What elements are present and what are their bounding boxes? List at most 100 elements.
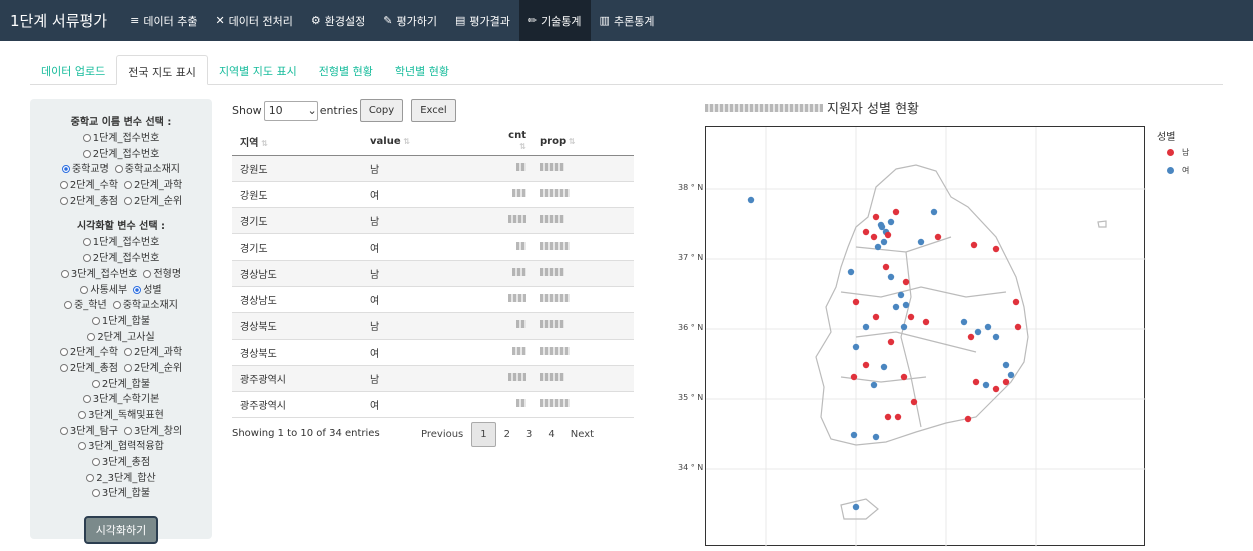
radio-option[interactable]: 2단계_총점 — [59, 196, 118, 207]
radio-option[interactable]: 3단계_총점 — [91, 457, 150, 468]
radio-row: 1단계_합불 — [30, 314, 212, 330]
map-point — [900, 373, 908, 381]
radio-option[interactable]: 3단계_합불 — [91, 488, 150, 499]
radio-icon[interactable] — [91, 316, 100, 325]
radio-icon[interactable] — [91, 489, 100, 498]
radio-icon[interactable] — [59, 363, 68, 372]
page-button[interactable]: 2 — [496, 423, 518, 446]
nav-item-1[interactable]: ✕ 데이터 전처리 — [206, 0, 301, 41]
radio-option[interactable]: 2단계_수학 — [59, 180, 118, 191]
database-icon: ≡ — [130, 14, 140, 27]
radio-icon[interactable] — [82, 395, 91, 404]
radio-icon[interactable] — [60, 269, 69, 278]
radio-option[interactable]: 중_학년 — [64, 300, 107, 311]
tab-0[interactable]: 데이터 업로드 — [30, 55, 116, 84]
radio-option[interactable]: 3단계_탐구 — [59, 426, 118, 437]
copy-button[interactable]: Copy — [359, 99, 404, 122]
tab-3[interactable]: 전형별 현황 — [308, 55, 384, 84]
column-header[interactable]: 지역 ⇅ — [232, 128, 362, 156]
radio-icon[interactable] — [59, 348, 68, 357]
radio-icon[interactable] — [59, 181, 68, 190]
radio-icon[interactable] — [91, 458, 100, 467]
radio-option[interactable]: 성별 — [133, 285, 162, 296]
radio-icon[interactable] — [59, 426, 68, 435]
map-point — [862, 323, 870, 331]
radio-option[interactable]: 2단계_수학 — [59, 347, 118, 358]
radio-option[interactable]: 중학교명 — [61, 164, 109, 175]
radio-icon[interactable] — [82, 254, 91, 263]
nav-item-0[interactable]: ≡ 데이터 추출 — [121, 0, 206, 41]
radio-option[interactable]: 2단계_순위 — [124, 363, 182, 374]
radio-label: 2단계_과학 — [134, 347, 183, 359]
visualize-button[interactable]: 시각화하기 — [83, 516, 159, 545]
tab-4[interactable]: 학년별 현황 — [384, 55, 460, 84]
radio-icon[interactable] — [82, 134, 91, 142]
radio-option[interactable]: 2단계_과학 — [124, 180, 182, 191]
tab-1[interactable]: 전국 지도 표시 — [116, 55, 208, 85]
radio-option[interactable]: 2단계_순위 — [124, 196, 182, 207]
radio-option[interactable]: 중학교소재지 — [112, 300, 178, 311]
app-brand[interactable]: 1단계 서류평가 — [0, 10, 121, 31]
radio-icon[interactable] — [124, 426, 132, 435]
nav-item-2[interactable]: ⚙ 환경설정 — [302, 0, 374, 41]
nav-item-5[interactable]: ✏ 기술통계 — [518, 0, 591, 41]
radio-option[interactable]: 3단계_수학기본 — [82, 394, 159, 405]
radio-option[interactable]: 3단계_창의 — [124, 426, 182, 437]
radio-icon[interactable] — [124, 181, 132, 190]
radio-option[interactable]: 2_3단계_합산 — [86, 473, 156, 484]
radio-icon[interactable] — [87, 332, 96, 341]
radio-option[interactable]: 1단계_접수번호 — [82, 237, 159, 248]
radio-option[interactable]: 2단계_접수번호 — [82, 253, 159, 264]
nav-item-4[interactable]: ▤ 평가결과 — [446, 0, 519, 41]
radio-option[interactable]: 2단계_과학 — [124, 347, 182, 358]
next-button[interactable]: Next — [563, 423, 602, 446]
radio-icon[interactable] — [78, 442, 87, 451]
radio-row: 2단계_총점 2단계_순위 — [30, 361, 212, 377]
radio-icon[interactable] — [124, 348, 132, 357]
radio-option[interactable]: 2단계_고사실 — [87, 332, 155, 343]
tab-2[interactable]: 지역별 지도 표시 — [208, 55, 308, 84]
radio-option[interactable]: 1단계_합불 — [91, 316, 150, 327]
radio-icon[interactable] — [124, 196, 132, 205]
column-header[interactable]: prop ⇅ — [532, 128, 634, 156]
radio-option[interactable]: 2단계_총점 — [59, 363, 118, 374]
nav-label: 데이터 전처리 — [228, 14, 293, 28]
nav-item-3[interactable]: ✎ 평가하기 — [374, 0, 446, 41]
radio-option[interactable]: 전형명 — [143, 269, 181, 280]
radio-option[interactable]: 1단계_접수번호 — [82, 133, 159, 144]
radio-option[interactable]: 3단계_독해및표현 — [78, 410, 164, 421]
radio-icon[interactable] — [91, 379, 100, 388]
page-button[interactable]: 3 — [518, 423, 540, 446]
radio-icon[interactable] — [59, 196, 68, 205]
radio-icon[interactable] — [124, 363, 132, 372]
entries-select[interactable]: 10 ⌄ — [263, 100, 318, 121]
radio-icon[interactable] — [82, 238, 91, 247]
radio-icon[interactable] — [80, 285, 89, 294]
radio-icon[interactable] — [133, 285, 142, 294]
map-point — [862, 361, 870, 369]
radio-icon[interactable] — [86, 473, 95, 482]
nav-item-6[interactable]: ▥ 추론통계 — [591, 0, 664, 41]
page-button[interactable]: 4 — [540, 423, 562, 446]
radio-icon[interactable] — [143, 269, 152, 278]
radio-icon[interactable] — [114, 165, 123, 174]
page-button[interactable]: 1 — [471, 422, 496, 447]
radio-icon[interactable] — [61, 165, 70, 174]
radio-icon[interactable] — [112, 301, 121, 310]
radio-icon[interactable] — [78, 411, 87, 419]
column-header[interactable]: cnt ⇅ — [492, 128, 532, 156]
radio-icon[interactable] — [64, 301, 73, 310]
map-point — [964, 415, 972, 423]
excel-button[interactable]: Excel — [411, 99, 456, 122]
radio-icon[interactable] — [82, 149, 91, 158]
radio-option[interactable]: 중학교소재지 — [114, 164, 180, 175]
previous-button[interactable]: Previous — [413, 423, 471, 446]
radio-option[interactable]: 사통세부 — [80, 285, 127, 296]
radio-option[interactable]: 3단계_접수번호 — [60, 269, 137, 280]
map-point — [992, 245, 1000, 253]
radio-option[interactable]: 2단계_접수번호 — [82, 149, 159, 160]
radio-option[interactable]: 3단계_협력적융합 — [78, 441, 164, 452]
radio-option[interactable]: 2단계_합불 — [91, 379, 150, 390]
column-header[interactable]: value ⇅ — [362, 128, 492, 156]
redacted-cell — [492, 233, 532, 261]
